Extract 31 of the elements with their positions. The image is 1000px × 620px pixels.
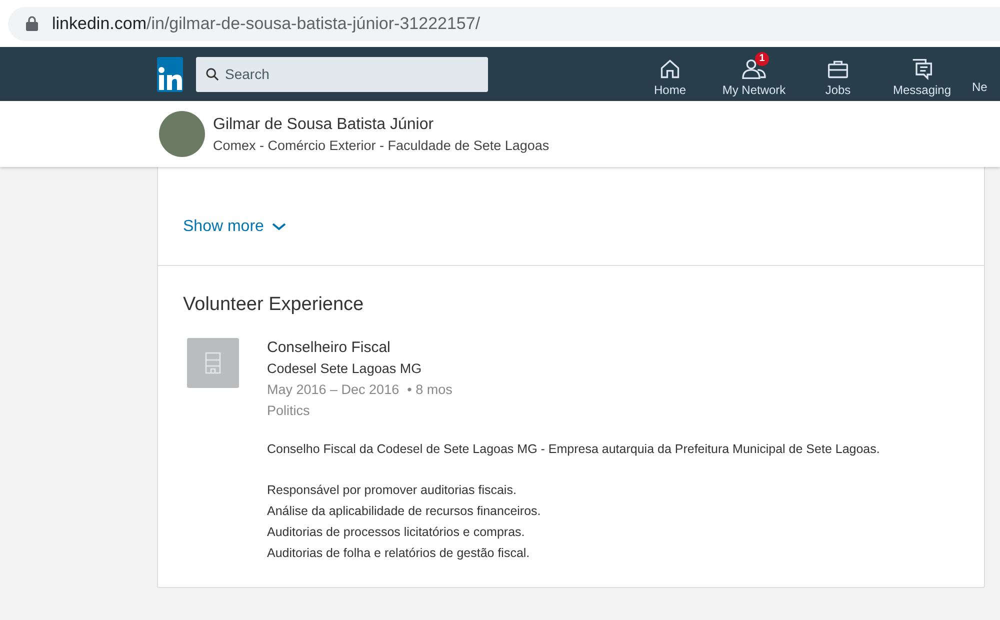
chat-icon [911, 58, 933, 80]
description-text: Auditorias de folha e relatórios de gestão fiscal. [267, 545, 531, 562]
profile-headline: Comex - Comércio Exterior - Faculdade de Sete Lagoas [213, 138, 550, 152]
nav-item[interactable]: Ne [964, 52, 1000, 96]
role-title: Conselheiro Fiscal [267, 338, 392, 358]
avatar [159, 111, 205, 157]
search-icon [206, 68, 219, 80]
description-text: Análise da aplicabilidade de recursos financeiros. [267, 503, 542, 520]
nav-item[interactable]: My Network 1 [712, 52, 796, 96]
nav-item[interactable]: Messaging [880, 52, 964, 96]
logo-icon[interactable] [157, 56, 183, 92]
description-text: Auditorias de processos licitatórios e compras. [267, 524, 526, 541]
address-bar[interactable]: linkedin.com/in/gilmar-de-sousa-batista-júnior-31222157/ [8, 6, 1000, 40]
nav-item[interactable]: Home [628, 52, 712, 96]
section-heading: Volunteer Experience [183, 294, 365, 316]
profile-name: Gilmar de Sousa Batista Júnior [213, 116, 435, 134]
duration: • 8 mos [407, 381, 452, 399]
search-field[interactable]: Search [196, 56, 488, 92]
notification-badge: 1 [755, 52, 769, 66]
url-text: linkedin.com/in/gilmar-de-sousa-batista-júnior-31222157/ [52, 14, 480, 34]
home-icon [659, 58, 681, 80]
show-more-button[interactable]: Show more [183, 218, 286, 236]
organization-logo [187, 338, 239, 388]
nav-item[interactable]: Jobs [796, 52, 880, 96]
chevron-down-icon [272, 223, 286, 231]
date-range: May 2016 – Dec 2016 [267, 381, 400, 399]
organization-name: Codesel Sete Lagoas MG [267, 360, 423, 378]
cause: Politics [267, 402, 311, 420]
description-text: Conselho Fiscal da Codesel de Sete Lagoas MG - Empresa autarquia da Prefeitura Municipal de Sete Lagoas. [267, 441, 881, 458]
description-text: Responsável por promover auditorias fiscais. [267, 482, 518, 499]
lock-icon [26, 16, 38, 31]
